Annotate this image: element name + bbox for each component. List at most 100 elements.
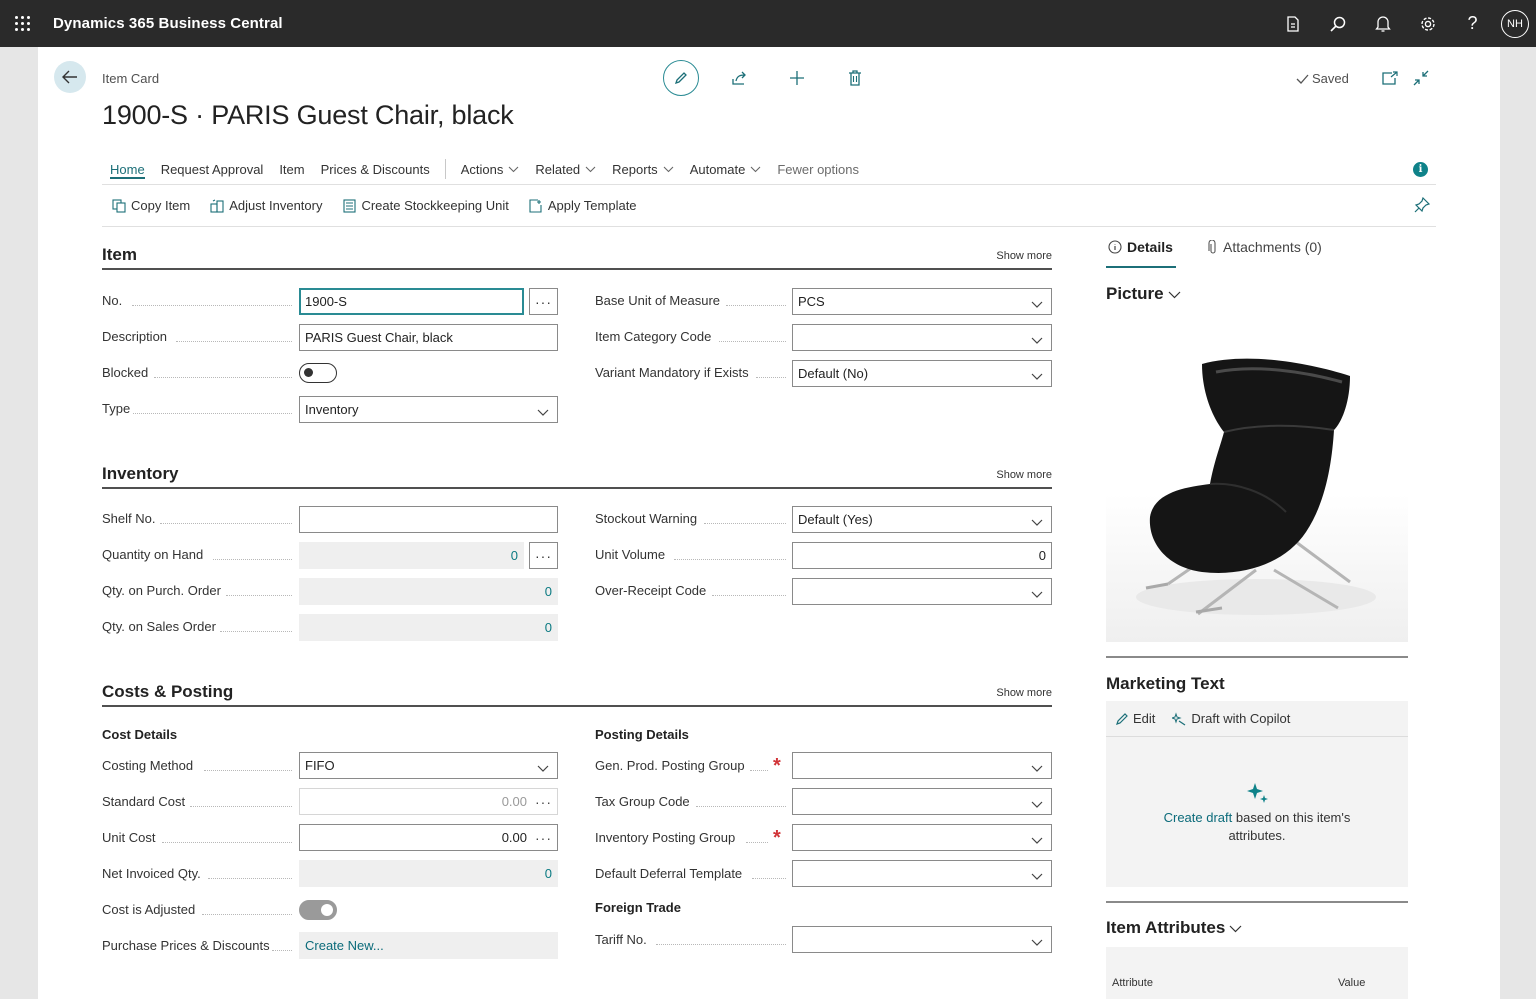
qty-sales-field[interactable]: 0 [299,614,558,641]
deferral-select[interactable] [792,860,1052,887]
saved-label: Saved [1312,71,1349,86]
create-draft-text: Create draft based on this item's attrib… [1163,810,1351,843]
standard-cost-field[interactable]: 0.00 ··· [299,788,558,815]
costs-show-more[interactable]: Show more [988,687,1052,699]
costing-method-label: Costing Method [102,758,194,773]
create-new-link[interactable]: Create New... [305,938,384,953]
info-icon[interactable]: i [1413,162,1428,177]
action-bar: Home Request Approval Item Prices & Disc… [102,154,1436,185]
base-uom-label: Base Unit of Measure [595,293,721,308]
tariff-select[interactable] [792,926,1052,953]
shelf-no-field[interactable] [299,506,558,533]
copy-item-button[interactable]: Copy Item [102,198,200,213]
search-icon[interactable] [1315,0,1360,47]
variant-mandatory-select[interactable]: Default (No) [792,360,1052,387]
tab-item[interactable]: Item [271,154,312,185]
costing-method-select[interactable]: FIFO [299,752,558,779]
qty-purch-label: Qty. on Purch. Order [102,583,221,598]
gen-prod-select[interactable] [792,752,1052,779]
tab-details[interactable]: Details [1108,239,1173,255]
no-lookup-button[interactable]: ··· [529,288,558,315]
item-show-more[interactable]: Show more [988,250,1052,262]
type-label: Type [102,401,131,416]
back-button[interactable] [54,61,86,93]
value-column-header[interactable]: Value [1338,977,1365,989]
adjust-inventory-button[interactable]: Adjust Inventory [200,198,332,213]
tax-group-label: Tax Group Code [595,794,690,809]
qty-on-hand-field[interactable]: 0 [299,542,524,569]
apply-template-button[interactable]: Apply Template [519,198,647,213]
delete-icon[interactable] [837,60,873,96]
label-dots [160,523,292,524]
blocked-toggle[interactable] [299,363,337,383]
section-divider [102,705,1052,707]
lookup-ellipsis-icon[interactable]: ··· [535,794,552,810]
tax-group-select[interactable] [792,788,1052,815]
help-icon[interactable]: ? [1450,0,1495,47]
over-receipt-select[interactable] [792,578,1052,605]
collapse-icon[interactable] [1410,67,1432,89]
tab-actions[interactable]: Actions [453,154,528,185]
tariff-label: Tariff No. [595,932,647,947]
unit-cost-field[interactable]: 0.00 ··· [299,824,558,851]
tab-automate[interactable]: Automate [682,154,770,185]
label-dots [750,770,768,771]
open-new-window-icon[interactable] [1379,67,1401,89]
stockout-select[interactable]: Default (Yes) [792,506,1052,533]
tab-attachments[interactable]: Attachments (0) [1208,239,1322,255]
create-draft-link[interactable]: Create draft [1164,810,1233,825]
gear-icon[interactable] [1405,0,1450,47]
picture-heading[interactable]: Picture [1106,284,1181,304]
inventory-posting-select[interactable] [792,824,1052,851]
shelf-no-label: Shelf No. [102,511,156,526]
cost-adjusted-toggle [299,900,337,920]
share-icon[interactable] [721,60,757,96]
app-launcher-icon[interactable] [0,0,44,47]
pin-icon[interactable] [1414,196,1431,216]
tab-request-approval[interactable]: Request Approval [153,154,272,185]
unit-volume-field[interactable]: 0 [792,542,1052,569]
document-icon[interactable] [1270,0,1315,47]
item-attributes-heading[interactable]: Item Attributes [1106,918,1242,938]
lookup-ellipsis-icon[interactable]: ··· [535,830,552,846]
item-category-label: Item Category Code [595,329,712,344]
draft-with-copilot-button[interactable]: Draft with Copilot [1172,711,1290,726]
marketing-edit-button[interactable]: Edit [1115,711,1155,726]
section-costs-title[interactable]: Costs & Posting [102,682,233,702]
fewer-options-button[interactable]: Fewer options [769,154,867,185]
item-picture[interactable] [1106,312,1408,642]
label-dots [656,944,786,945]
tab-separator [444,159,446,179]
avatar[interactable]: NH [1501,9,1529,38]
section-item-title[interactable]: Item [102,245,137,265]
item-category-select[interactable] [792,324,1052,351]
attribute-column-header[interactable]: Attribute [1112,977,1153,989]
description-field[interactable]: PARIS Guest Chair, black [299,324,558,351]
net-invoiced-field[interactable]: 0 [299,860,558,887]
label-dots [154,377,292,378]
standard-cost-label: Standard Cost [102,794,186,809]
app-title[interactable]: Dynamics 365 Business Central [53,15,283,32]
tab-prices-discounts[interactable]: Prices & Discounts [313,154,438,185]
edit-button[interactable] [663,60,699,96]
section-divider [102,268,1052,270]
no-field[interactable]: 1900-S [299,288,524,315]
type-select[interactable]: Inventory [299,396,558,423]
base-uom-select[interactable]: PCS [792,288,1052,315]
chevron-down-icon [663,166,674,173]
page-title: 1900-S · PARIS Guest Chair, black [102,100,514,130]
tab-underline [1106,266,1176,268]
qty-purch-field[interactable]: 0 [299,578,558,605]
bell-icon[interactable] [1360,0,1405,47]
info-outline-icon [1108,240,1122,254]
chevron-down-icon [537,761,549,776]
tab-home[interactable]: Home [102,154,153,185]
tab-related[interactable]: Related [527,154,604,185]
qty-on-hand-lookup-button[interactable]: ··· [529,542,558,569]
tab-reports[interactable]: Reports [604,154,682,185]
create-stockkeeping-unit-button[interactable]: Create Stockkeeping Unit [332,198,518,213]
section-inventory-title[interactable]: Inventory [102,464,179,484]
new-icon[interactable] [779,60,815,96]
inventory-show-more[interactable]: Show more [988,469,1052,481]
label-dots [190,806,292,807]
